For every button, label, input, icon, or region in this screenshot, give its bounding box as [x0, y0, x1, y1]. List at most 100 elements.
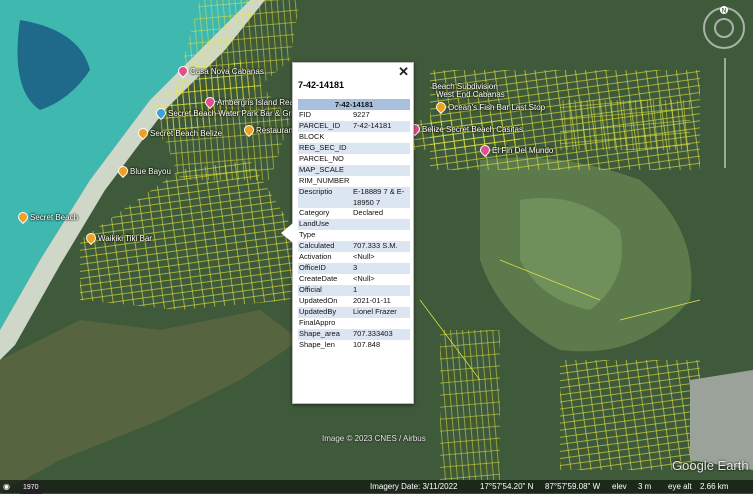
attribute-row: Calculated 707.333 S.M.	[298, 241, 410, 252]
eye-altitude-value: 2.66 km	[700, 482, 729, 491]
historical-year[interactable]: 1970	[20, 482, 42, 494]
zoom-slider[interactable]	[723, 58, 727, 168]
attribute-key: Shape_len	[299, 340, 335, 349]
attribute-value	[352, 219, 410, 230]
place-ambergris-realty[interactable]: Ambergris Island Realty	[202, 94, 302, 110]
status-bar: ◉ 1970 Imagery Date: 3/11/2022 17°57'54.…	[0, 480, 753, 494]
attribute-value	[352, 165, 410, 176]
place-pin-icon	[433, 99, 449, 115]
place-label: El Fin Del Mundo	[492, 145, 554, 155]
attribute-value	[352, 230, 410, 241]
place-pin-icon	[175, 63, 191, 79]
elevation-value: 3 m	[638, 482, 652, 491]
attribute-row: REG_SEC_ID	[298, 143, 410, 154]
place-casa-nova[interactable]: Casa Nova Cabanas	[175, 63, 264, 79]
attribute-value: 7-42-14181	[352, 121, 410, 132]
attribute-row: BLOCK	[298, 132, 410, 143]
attribute-key: OfficeID	[298, 263, 352, 274]
place-label: Blue Bayou	[130, 166, 171, 176]
attribute-key: RIM_NUMBER	[299, 176, 350, 185]
place-label: Secret Beach Belize	[150, 128, 223, 138]
attribute-key: FinalAppro	[299, 318, 336, 327]
elevation-label: elev	[612, 482, 627, 491]
attribute-key: Shape_area	[298, 329, 352, 340]
place-oceans-fish-bar[interactable]: Ocean's Fish Bar Last Stop	[433, 99, 545, 115]
place-label: Restaurant	[256, 125, 296, 135]
place-waikiki[interactable]: Waikiki Tiki Bar	[83, 230, 152, 246]
imagery-date: Imagery Date: 3/11/2022	[370, 482, 458, 491]
attribute-value: Declared	[353, 208, 384, 217]
attribute-value: <Null>	[353, 274, 375, 283]
attribute-row: CreateDate <Null>	[298, 274, 410, 285]
place-secret-beach[interactable]: Secret Beach	[15, 209, 79, 225]
place-pin-icon	[83, 230, 99, 246]
attribute-row: Shape_len 107.848	[298, 340, 410, 351]
close-icon[interactable]: ✕	[398, 64, 409, 80]
latitude: 17°57'54.20" N	[480, 482, 534, 491]
navigation-compass[interactable]: N	[702, 6, 746, 50]
place-el-fin-del-mundo[interactable]: El Fin Del Mundo	[477, 142, 554, 158]
attribute-row: Category Declared	[298, 208, 410, 219]
place-pin-icon	[477, 142, 493, 158]
attribute-value: 707.333 S.M.	[352, 241, 410, 252]
place-water-park[interactable]: Secret Beach Water Park Bar & Grill	[153, 105, 297, 121]
attribute-row: UpdatedOn 2021-01-11	[298, 296, 410, 307]
eye-altitude-label: eye alt	[668, 482, 692, 491]
attribute-key: Type	[299, 230, 316, 239]
attribute-table: 7-42-14181 FID 9227 PARCEL_ID 7-42-14181 BLO…	[298, 99, 410, 351]
attribute-row: MAP_SCALE	[298, 165, 410, 176]
place-label: Secret Beach	[30, 212, 79, 222]
attribute-key: CreateDate	[299, 274, 338, 283]
attribute-value: 707.333403	[352, 329, 410, 340]
attribute-value	[352, 143, 410, 154]
attribute-key: BLOCK	[299, 132, 325, 141]
attribute-value	[352, 318, 410, 329]
place-pin-icon	[115, 163, 131, 179]
google-earth-logo: Google Earth	[672, 458, 749, 473]
parcel-info-popup: ✕ 7-42-14181 7-42-14181 FID 9227 PARCEL_ID…	[281, 62, 414, 404]
attribute-value: E-18889 7 & E-18950 7	[352, 187, 410, 208]
attribute-row: FinalAppro	[298, 318, 410, 329]
attribute-key: REG_SEC_ID	[298, 143, 352, 154]
place-west-end[interactable]: West End Cabanas	[436, 90, 505, 99]
place-label: Casa Nova Cabanas	[190, 66, 264, 76]
attribute-key: PARCEL_NO	[299, 154, 344, 163]
attribute-key: LandUse	[298, 219, 352, 230]
attribute-key: MAP_SCALE	[298, 165, 352, 176]
place-pin-icon	[241, 122, 257, 138]
place-pin-icon	[135, 125, 151, 141]
attribute-row: FID 9227	[298, 110, 410, 121]
attribute-value: 107.848	[353, 340, 381, 349]
globe-icon: ◉	[3, 482, 10, 491]
attribute-value	[352, 176, 410, 187]
attribute-key: FID	[299, 110, 312, 119]
place-pin-icon	[202, 94, 218, 110]
attribute-value: 2021-01-11	[353, 296, 391, 305]
attribute-row: Official 1	[298, 285, 410, 296]
place-restaurant[interactable]: Restaurant	[241, 122, 296, 138]
longitude: 87°57'59.08" W	[545, 482, 601, 491]
imagery-credit: Image © 2023 CNES / Airbus	[322, 434, 426, 443]
attribute-key: Category	[299, 208, 330, 217]
attribute-value: <Null>	[353, 252, 375, 261]
attribute-row: PARCEL_NO	[298, 154, 410, 165]
attribute-row: OfficeID 3	[298, 263, 410, 274]
attribute-row: Type	[298, 230, 410, 241]
place-label: Belize Secret Beach Casitas	[422, 124, 523, 134]
popup-title: 7-42-14181	[298, 80, 345, 90]
attribute-value	[352, 132, 410, 143]
place-secret-beach-casitas[interactable]: Belize Secret Beach Casitas	[407, 121, 523, 137]
attribute-row: Activation <Null>	[298, 252, 410, 263]
attribute-key: Official	[298, 285, 352, 296]
place-label: Waikiki Tiki Bar	[98, 233, 152, 243]
attribute-row: Shape_area 707.333403	[298, 329, 410, 340]
attribute-key: Descriptio	[298, 187, 352, 208]
attribute-key: PARCEL_ID	[298, 121, 352, 132]
place-blue-bayou[interactable]: Blue Bayou	[115, 163, 171, 179]
attribute-value: 3	[352, 263, 410, 274]
attribute-key: UpdatedOn	[299, 296, 338, 305]
place-pin-icon	[15, 209, 31, 225]
place-secret-beach-belize[interactable]: Secret Beach Belize	[135, 125, 223, 141]
place-pin-icon	[153, 105, 169, 121]
attribute-row: UpdatedBy Lionel Frazer	[298, 307, 410, 318]
